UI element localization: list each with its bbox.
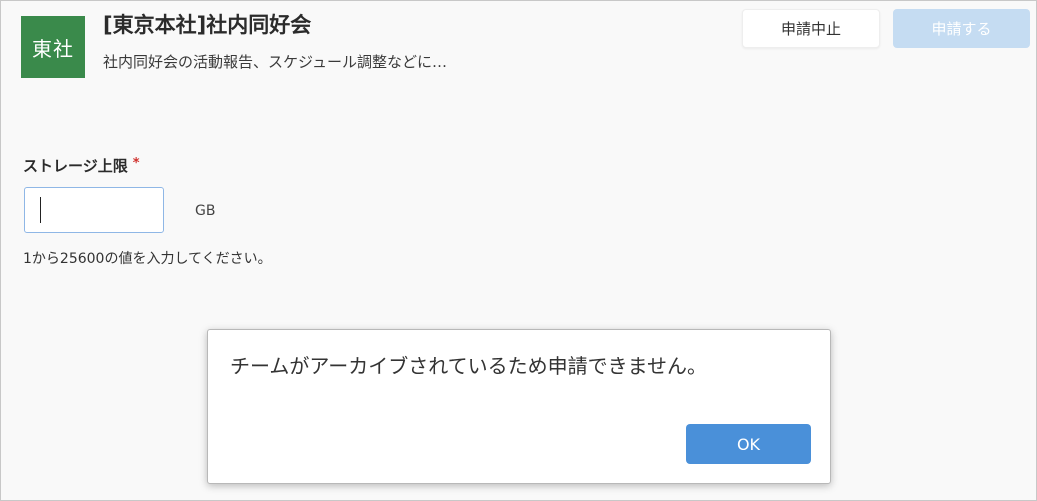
storage-limit-input[interactable] bbox=[24, 187, 164, 233]
team-avatar: 東社 bbox=[21, 16, 85, 78]
storage-unit-label: GB bbox=[195, 203, 216, 219]
ok-button[interactable]: OK bbox=[686, 424, 811, 464]
team-description: 社内同好会の活動報告、スケジュール調整などに… bbox=[103, 53, 447, 71]
required-mark: * bbox=[132, 156, 140, 171]
storage-helper-text: 1から25600の値を入力してください。 bbox=[23, 251, 272, 267]
text-caret bbox=[40, 197, 41, 223]
alert-message: チームがアーカイブされているため申請できません。 bbox=[230, 354, 707, 378]
cancel-request-label: 申請中止 bbox=[780, 20, 841, 38]
ok-button-label: OK bbox=[736, 434, 761, 454]
storage-limit-label: ストレージ上限 * bbox=[23, 155, 140, 176]
team-avatar-text: 東社 bbox=[32, 36, 74, 61]
cancel-request-button[interactable]: 申請中止 bbox=[742, 9, 880, 48]
apply-button[interactable]: 申請する bbox=[893, 9, 1030, 48]
app-window: 東社 [東京本社]社内同好会 社内同好会の活動報告、スケジュール調整などに… 申… bbox=[0, 0, 1037, 501]
alert-dialog: チームがアーカイブされているため申請できません。 OK bbox=[207, 329, 831, 484]
team-title: [東京本社]社内同好会 bbox=[103, 13, 312, 37]
apply-label: 申請する bbox=[931, 20, 992, 38]
storage-limit-label-text: ストレージ上限 bbox=[23, 157, 128, 175]
